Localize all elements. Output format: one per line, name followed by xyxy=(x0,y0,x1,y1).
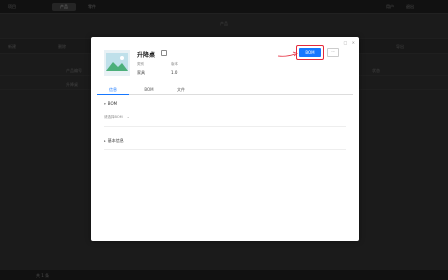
detail-tabs: 信息 BOM 文件 xyxy=(97,85,353,95)
caret-down-icon: ▾ xyxy=(104,102,106,106)
meta-label: 类别 xyxy=(137,62,144,66)
meta-value: 家具 xyxy=(137,70,145,75)
divider xyxy=(104,126,346,127)
divider xyxy=(104,149,346,150)
tab-bom[interactable]: BOM xyxy=(133,86,165,95)
close-icon[interactable]: ✕ xyxy=(352,40,355,45)
bom-select[interactable]: 请选择BOM ⌄ xyxy=(104,115,140,121)
tab-info[interactable]: 信息 xyxy=(97,86,129,95)
edit-icon[interactable] xyxy=(161,50,167,56)
tab-files[interactable]: 文件 xyxy=(165,86,197,95)
meta-label: 版本 xyxy=(171,62,178,66)
section-label: 基本信息 xyxy=(107,138,124,143)
basic-info-section-header[interactable]: ▸ 基本信息 xyxy=(104,138,124,144)
product-image-icon xyxy=(104,50,130,76)
bom-button[interactable]: BOM xyxy=(299,48,321,57)
modal-controls: □ ✕ xyxy=(341,40,355,45)
bom-section-header[interactable]: ▾ BOM xyxy=(104,101,117,106)
maximize-icon[interactable]: □ xyxy=(344,40,348,45)
product-detail-modal: □ ✕ 升降桌 类别 家具 版本 1.0 BOM ··· 信息 BOM 文件 ▾… xyxy=(91,37,359,241)
meta-value: 1.0 xyxy=(171,70,178,75)
more-button[interactable]: ··· xyxy=(327,48,339,57)
section-label: BOM xyxy=(107,101,118,106)
product-title: 升降桌 xyxy=(137,52,156,59)
chevron-down-icon: ⌄ xyxy=(126,115,130,119)
caret-right-icon: ▸ xyxy=(104,139,106,143)
select-placeholder: 请选择BOM xyxy=(104,115,123,119)
